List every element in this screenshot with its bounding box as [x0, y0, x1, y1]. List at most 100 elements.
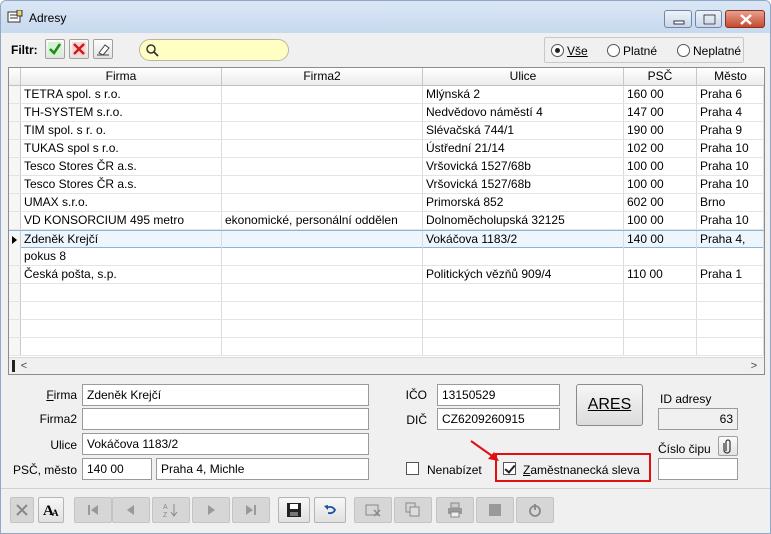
attach-chip-button[interactable]: [718, 436, 738, 456]
ares-button[interactable]: ARES: [576, 384, 643, 426]
cell-psc[interactable]: 602 00: [624, 194, 697, 211]
sort-button[interactable]: AZ: [152, 497, 190, 523]
column-header-mesto[interactable]: Město: [697, 68, 764, 86]
cell-firma2[interactable]: [222, 176, 423, 193]
cell-mesto[interactable]: Praha 10: [697, 140, 764, 157]
column-header-firma[interactable]: Firma: [21, 68, 222, 86]
cell-firma[interactable]: TH-SYSTEM s.r.o.: [21, 104, 222, 121]
table-row[interactable]: Česká pošta, s.p. Politických vězňů 909/4…: [9, 266, 764, 284]
cell-ulice[interactable]: [423, 284, 624, 301]
cell-firma2[interactable]: [222, 140, 423, 157]
cell-mesto[interactable]: [697, 302, 764, 319]
cell-mesto[interactable]: [697, 248, 764, 265]
radio-vse[interactable]: Vše: [551, 44, 588, 58]
scroll-right-icon[interactable]: >: [747, 360, 761, 373]
row-indicator[interactable]: [9, 266, 21, 283]
scroll-left-icon[interactable]: <: [17, 360, 31, 373]
table-row[interactable]: [9, 302, 764, 320]
table-row[interactable]: TIM spol. s r. o. Slévačská 744/1 190 00 Pr…: [9, 122, 764, 140]
cell-ulice[interactable]: Vršovická 1527/68b: [423, 176, 624, 193]
close-window-button[interactable]: [725, 10, 765, 28]
cell-mesto[interactable]: [697, 320, 764, 337]
cell-firma[interactable]: TIM spol. s r. o.: [21, 122, 222, 139]
firma2-field[interactable]: [82, 408, 369, 430]
cell-psc[interactable]: [624, 338, 697, 355]
font-button[interactable]: AA: [38, 497, 64, 523]
cell-firma2[interactable]: [222, 266, 423, 283]
column-header-psc[interactable]: PSČ: [624, 68, 697, 86]
cell-psc[interactable]: 140 00: [624, 231, 697, 248]
row-indicator[interactable]: [9, 248, 21, 265]
cell-mesto[interactable]: Brno: [697, 194, 764, 211]
first-record-button[interactable]: [74, 497, 112, 523]
cell-ulice[interactable]: Slévačská 744/1: [423, 122, 624, 139]
cell-firma2[interactable]: [222, 284, 423, 301]
cell-psc[interactable]: 147 00: [624, 104, 697, 121]
cell-firma[interactable]: Česká pošta, s.p.: [21, 266, 222, 283]
cell-firma[interactable]: pokus 8: [21, 248, 222, 265]
table-row[interactable]: Zdeněk Krejčí Vokáčova 1183/2 140 00 Praha …: [9, 230, 764, 248]
cell-firma[interactable]: Tesco Stores ČR a.s.: [21, 176, 222, 193]
cell-firma[interactable]: TETRA spol. s r.o.: [21, 86, 222, 103]
cell-firma[interactable]: [21, 284, 222, 301]
cell-mesto[interactable]: Praha 9: [697, 122, 764, 139]
table-row[interactable]: [9, 284, 764, 302]
row-indicator[interactable]: [9, 176, 21, 193]
cell-firma2[interactable]: [222, 194, 423, 211]
cell-mesto[interactable]: Praha 1: [697, 266, 764, 283]
scroll-thumb[interactable]: [12, 360, 15, 372]
search-input[interactable]: [164, 42, 284, 58]
cell-firma[interactable]: [21, 338, 222, 355]
cell-firma2[interactable]: [222, 104, 423, 121]
column-header-firma2[interactable]: Firma2: [222, 68, 423, 86]
exit-button[interactable]: [516, 497, 554, 523]
cell-firma[interactable]: UMAX s.r.o.: [21, 194, 222, 211]
mesto-field[interactable]: Praha 4, Michle: [156, 458, 369, 480]
table-row[interactable]: UMAX s.r.o. Primorská 852 602 00 Brno: [9, 194, 764, 212]
psc-field[interactable]: 140 00: [82, 458, 152, 480]
delete-record-button[interactable]: [10, 497, 34, 523]
cancel-filter-button[interactable]: [69, 39, 89, 59]
cell-mesto[interactable]: Praha 10: [697, 212, 764, 229]
last-record-button[interactable]: [232, 497, 270, 523]
ico-field[interactable]: 13150529: [437, 384, 560, 406]
cell-ulice[interactable]: Politických vězňů 909/4: [423, 266, 624, 283]
save-button[interactable]: [278, 497, 310, 523]
cell-psc[interactable]: 110 00: [624, 266, 697, 283]
cell-firma[interactable]: [21, 320, 222, 337]
copy-record-button[interactable]: [394, 497, 432, 523]
row-indicator[interactable]: [9, 86, 21, 103]
ulice-field[interactable]: Vokáčova 1183/2: [82, 433, 369, 455]
table-row[interactable]: pokus 8: [9, 248, 764, 266]
nenabizet-checkbox[interactable]: [406, 462, 419, 475]
row-indicator[interactable]: [9, 122, 21, 139]
cell-firma2[interactable]: [222, 248, 423, 265]
row-indicator[interactable]: [9, 194, 21, 211]
row-indicator[interactable]: [9, 320, 21, 337]
cell-psc[interactable]: [624, 302, 697, 319]
minimize-button[interactable]: [664, 10, 692, 28]
cell-firma[interactable]: [21, 302, 222, 319]
cell-psc[interactable]: 102 00: [624, 140, 697, 157]
delete-row-button[interactable]: [354, 497, 392, 523]
cell-ulice[interactable]: Vokáčova 1183/2: [423, 231, 624, 248]
table-row[interactable]: TETRA spol. s r.o. Mlýnská 2 160 00 Praha 6: [9, 86, 764, 104]
cislo-cipu-field[interactable]: [658, 458, 738, 480]
apply-filter-button[interactable]: [45, 39, 65, 59]
cell-firma2[interactable]: ekonomické, personální oddělen: [222, 212, 423, 229]
table-row[interactable]: VD KONSORCIUM 495 metro ekonomické, perso…: [9, 212, 764, 230]
cell-ulice[interactable]: [423, 248, 624, 265]
cell-firma[interactable]: TUKAS spol s r.o.: [21, 140, 222, 157]
column-header-ulice[interactable]: Ulice: [423, 68, 624, 86]
cell-psc[interactable]: 160 00: [624, 86, 697, 103]
dic-field[interactable]: CZ6209260915: [437, 408, 560, 430]
cell-firma[interactable]: VD KONSORCIUM 495 metro: [21, 212, 222, 229]
stop-button[interactable]: [476, 497, 514, 523]
table-row[interactable]: [9, 338, 764, 356]
row-indicator[interactable]: [9, 140, 21, 157]
cell-ulice[interactable]: Ústřední 21/14: [423, 140, 624, 157]
table-row[interactable]: TUKAS spol s r.o. Ústřední 21/14 102 00 Pra…: [9, 140, 764, 158]
cell-mesto[interactable]: [697, 338, 764, 355]
radio-platne[interactable]: Platné: [607, 44, 657, 58]
cell-psc[interactable]: [624, 320, 697, 337]
